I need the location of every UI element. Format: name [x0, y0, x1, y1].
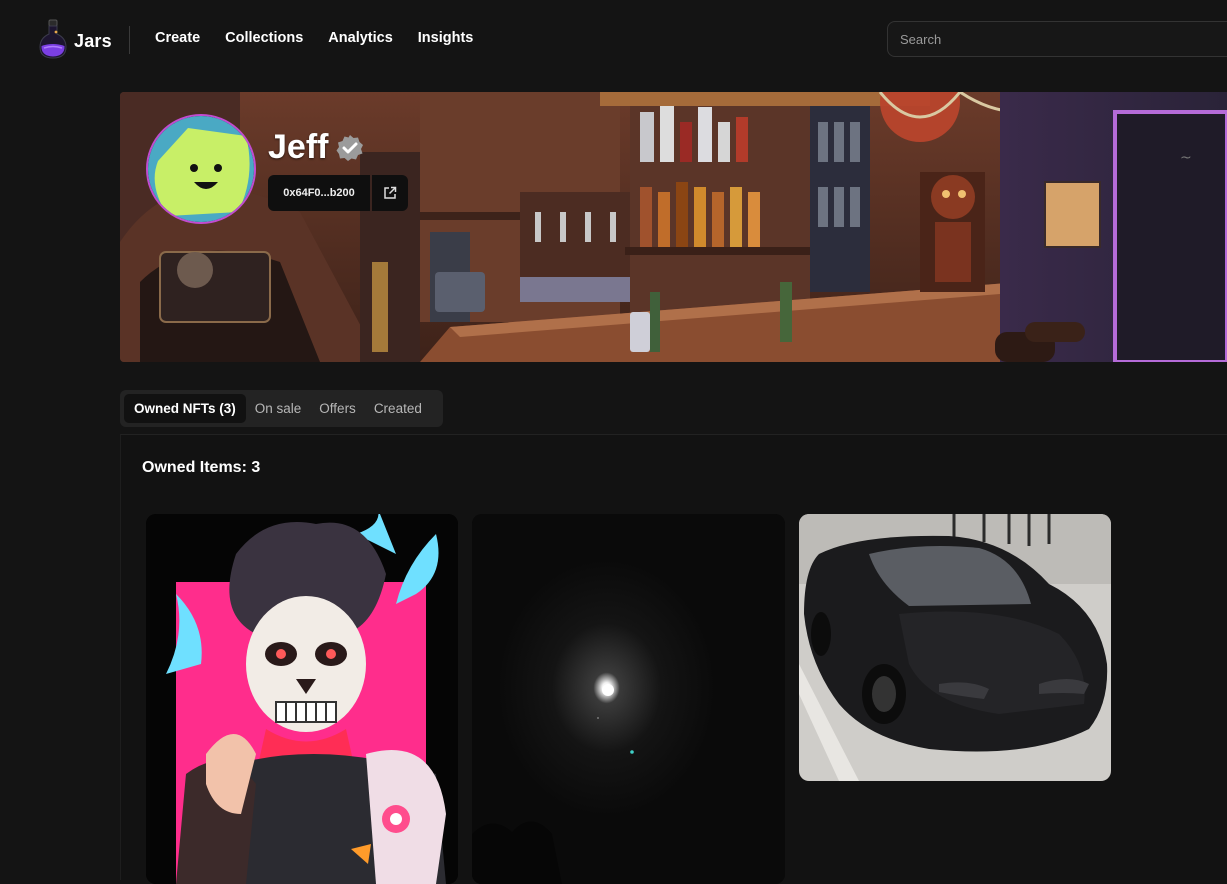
profile-name: Jeff	[268, 128, 329, 166]
nft-image-black-sports-car	[799, 514, 1111, 781]
logo[interactable]: Jars	[38, 18, 112, 60]
verified-badge-icon	[336, 134, 364, 161]
search-box[interactable]	[887, 21, 1227, 57]
jar-logo-icon	[39, 19, 67, 59]
wallet-address[interactable]: 0x64F0...b200	[268, 175, 370, 211]
external-link-icon	[384, 186, 397, 199]
external-link-button[interactable]	[372, 175, 408, 211]
nft-image-skull-character	[146, 514, 458, 884]
nav-link-collections[interactable]: Collections	[225, 30, 303, 46]
tab-owned-nfts[interactable]: Owned NFTs (3)	[124, 394, 246, 423]
nav-link-create[interactable]: Create	[155, 30, 200, 46]
avatar[interactable]	[146, 114, 256, 224]
profile-header: Jeff	[268, 128, 364, 167]
tab-on-sale[interactable]: On sale	[246, 394, 311, 423]
nav-links: Create Collections Analytics Insights	[155, 30, 498, 46]
nav-link-insights[interactable]: Insights	[418, 30, 474, 46]
tab-created[interactable]: Created	[365, 394, 431, 423]
avatar-image	[148, 116, 254, 222]
nav-link-analytics[interactable]: Analytics	[328, 30, 392, 46]
nft-card-car[interactable]	[799, 514, 1111, 781]
tab-offers[interactable]: Offers	[310, 394, 365, 423]
profile-tabs: Owned NFTs (3) On sale Offers Created	[120, 390, 443, 427]
svg-text:~: ~	[1180, 150, 1192, 166]
wallet-address-box: 0x64F0...b200	[268, 175, 408, 211]
search-input[interactable]	[900, 31, 1227, 47]
top-navbar: Jars Create Collections Analytics Insigh…	[0, 0, 1227, 80]
owned-items-title: Owned Items: 3	[142, 459, 261, 476]
app-name: Jars	[74, 30, 112, 51]
nft-card-skull[interactable]	[146, 514, 458, 884]
nav-divider	[129, 26, 130, 54]
nft-card-moon[interactable]	[472, 514, 785, 884]
nft-image-night-moon	[472, 514, 785, 884]
